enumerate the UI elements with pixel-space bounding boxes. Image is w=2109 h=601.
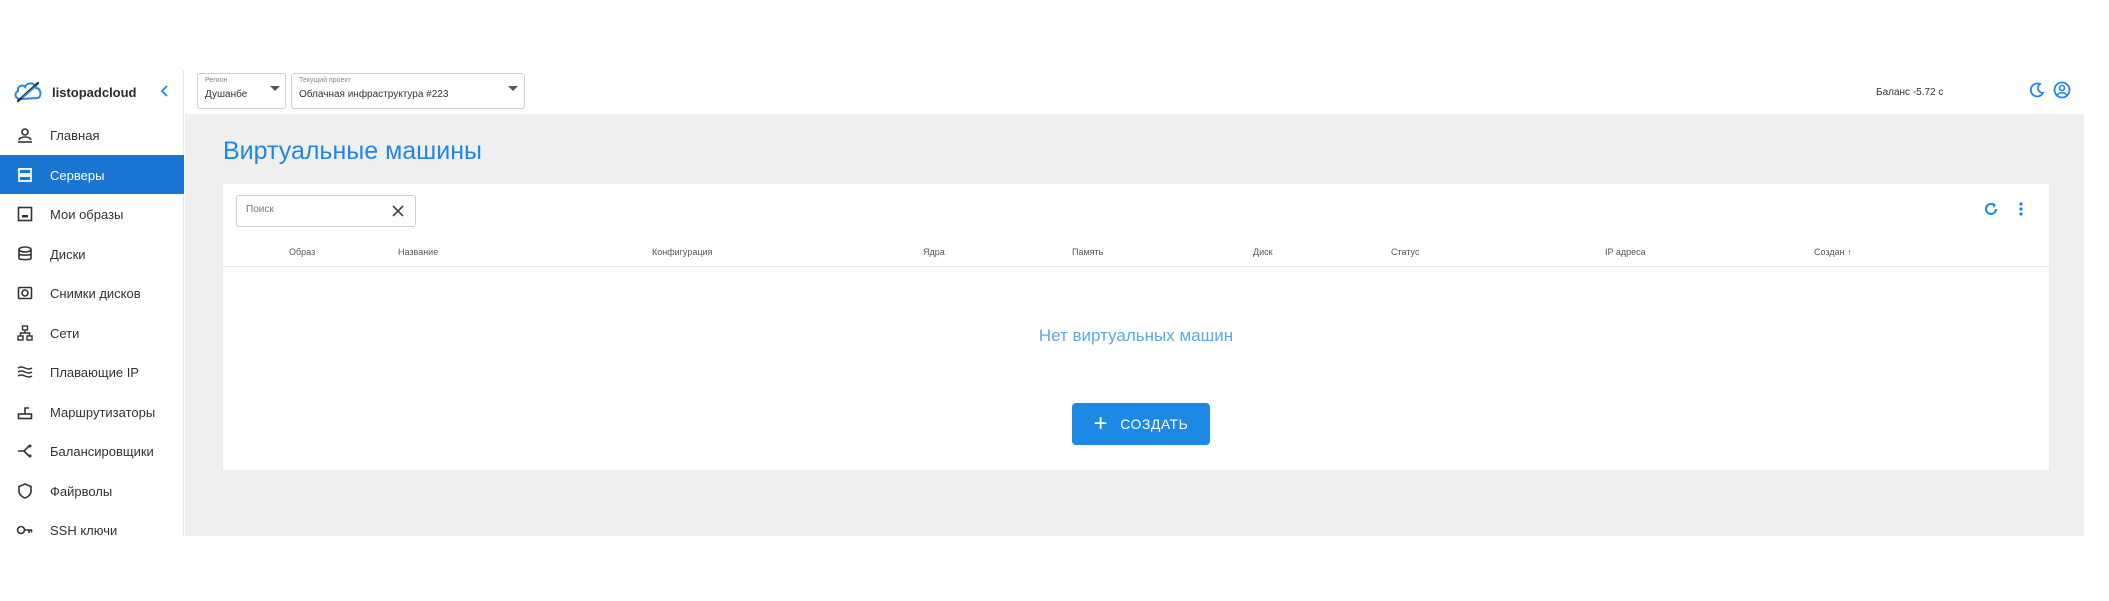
sidebar-item-label: SSH ключи: [50, 523, 118, 538]
chevron-left-icon[interactable]: [158, 82, 170, 100]
caret-down-icon: [508, 86, 518, 91]
sidebar: listopadcloud Главная Серверы Мои образы…: [0, 70, 184, 538]
sidebar-nav: Главная Серверы Мои образы Диски Снимки …: [0, 115, 184, 550]
sidebar-item-snapshots[interactable]: Снимки дисков: [0, 273, 184, 313]
brand-name: listopadcloud: [52, 85, 137, 100]
camera-icon: [16, 284, 34, 302]
waves-icon: [16, 363, 34, 381]
table-header: Образ Название Конфигурация Ядра Память …: [223, 241, 2049, 267]
search-input[interactable]: [246, 204, 376, 215]
column-header-image[interactable]: Образ: [289, 247, 315, 257]
region-select[interactable]: Регион Душанбе: [197, 73, 286, 109]
column-header-cores[interactable]: Ядра: [923, 247, 945, 257]
balancer-icon: [16, 442, 34, 460]
sidebar-item-label: Главная: [50, 128, 100, 143]
sidebar-item-label: Маршрутизаторы: [50, 404, 156, 420]
column-header-config[interactable]: Конфигурация: [652, 247, 712, 257]
home-user-icon: [16, 126, 34, 144]
project-select[interactable]: Текущий проект Облачная инфраструктура #…: [291, 73, 525, 109]
sidebar-item-balancers[interactable]: Балансировщики: [0, 431, 184, 471]
column-header-name[interactable]: Название: [398, 247, 438, 257]
sidebar-item-label: Файрволы: [50, 483, 113, 499]
close-icon[interactable]: [387, 200, 409, 222]
empty-state-text: Нет виртуальных машин: [1038, 326, 1234, 345]
sidebar-item-images[interactable]: Мои образы: [0, 194, 184, 234]
sidebar-item-floating-ip[interactable]: Плавающие IP: [0, 352, 184, 392]
create-vm-button[interactable]: + СОЗДАТЬ: [1072, 403, 1210, 445]
theme-moon-icon[interactable]: [2027, 80, 2047, 100]
sidebar-item-label: Серверы: [50, 167, 105, 183]
database-icon: [16, 245, 34, 263]
servers-icon: [16, 166, 34, 184]
sidebar-item-home[interactable]: Главная: [0, 115, 184, 155]
search-field[interactable]: [236, 195, 416, 227]
page-title: Виртуальные машины: [223, 137, 482, 165]
key-icon: [16, 521, 34, 539]
router-icon: [16, 403, 34, 421]
sidebar-item-disks[interactable]: Диски: [0, 234, 184, 274]
shield-icon: [16, 482, 34, 500]
project-value: Облачная инфраструктура #223: [299, 89, 449, 100]
sidebar-item-ssh-keys[interactable]: SSH ключи: [0, 510, 184, 550]
plus-icon: +: [1093, 410, 1109, 437]
sidebar-item-label: Плавающие IP: [50, 365, 139, 380]
vm-table-card: Образ Название Конфигурация Ядра Память …: [223, 184, 2049, 470]
column-header-ip[interactable]: IP адреса: [1605, 247, 1646, 257]
sort-arrow-up-icon: ↑: [1847, 247, 1852, 257]
column-header-created[interactable]: Создан ↑: [1814, 247, 1852, 257]
caret-down-icon: [270, 86, 280, 91]
region-caption: Регион: [205, 77, 228, 84]
sidebar-item-label: Мои образы: [50, 207, 124, 222]
balance-label: Баланс -5.72 с: [1876, 87, 1944, 98]
sidebar-item-label: Балансировщики: [50, 444, 154, 459]
sidebar-item-firewalls[interactable]: Файрволы: [0, 471, 184, 511]
refresh-icon[interactable]: [1981, 199, 2001, 219]
sidebar-item-servers[interactable]: Серверы: [0, 154, 184, 194]
cloud-logo-icon: [12, 77, 44, 105]
create-button-label: СОЗДАТЬ: [1120, 416, 1189, 432]
column-header-created-label: Создан: [1814, 247, 1845, 257]
column-header-memory[interactable]: Память: [1072, 247, 1103, 257]
region-value: Душанбе: [205, 89, 248, 100]
app-window: listopadcloud Главная Серверы Мои образы…: [0, 70, 2084, 538]
top-bar: Регион Душанбе Текущий проект Облачная и…: [185, 70, 2084, 114]
sidebar-item-label: Диски: [50, 246, 86, 262]
column-header-disk[interactable]: Диск: [1253, 247, 1273, 257]
sidebar-item-networks[interactable]: Сети: [0, 313, 184, 353]
main-content: Виртуальные машины Образ Название Конфиг…: [185, 114, 2084, 536]
image-icon: [16, 205, 34, 223]
column-header-status[interactable]: Статус: [1391, 247, 1419, 257]
account-icon[interactable]: [2052, 80, 2072, 100]
brand: listopadcloud: [0, 70, 184, 114]
more-vert-icon[interactable]: [2011, 199, 2031, 219]
project-caption: Текущий проект: [299, 77, 351, 84]
network-icon: [16, 324, 34, 342]
sidebar-item-label: Снимки дисков: [50, 286, 141, 301]
sidebar-item-routers[interactable]: Маршрутизаторы: [0, 392, 184, 432]
sidebar-item-label: Сети: [50, 325, 80, 341]
